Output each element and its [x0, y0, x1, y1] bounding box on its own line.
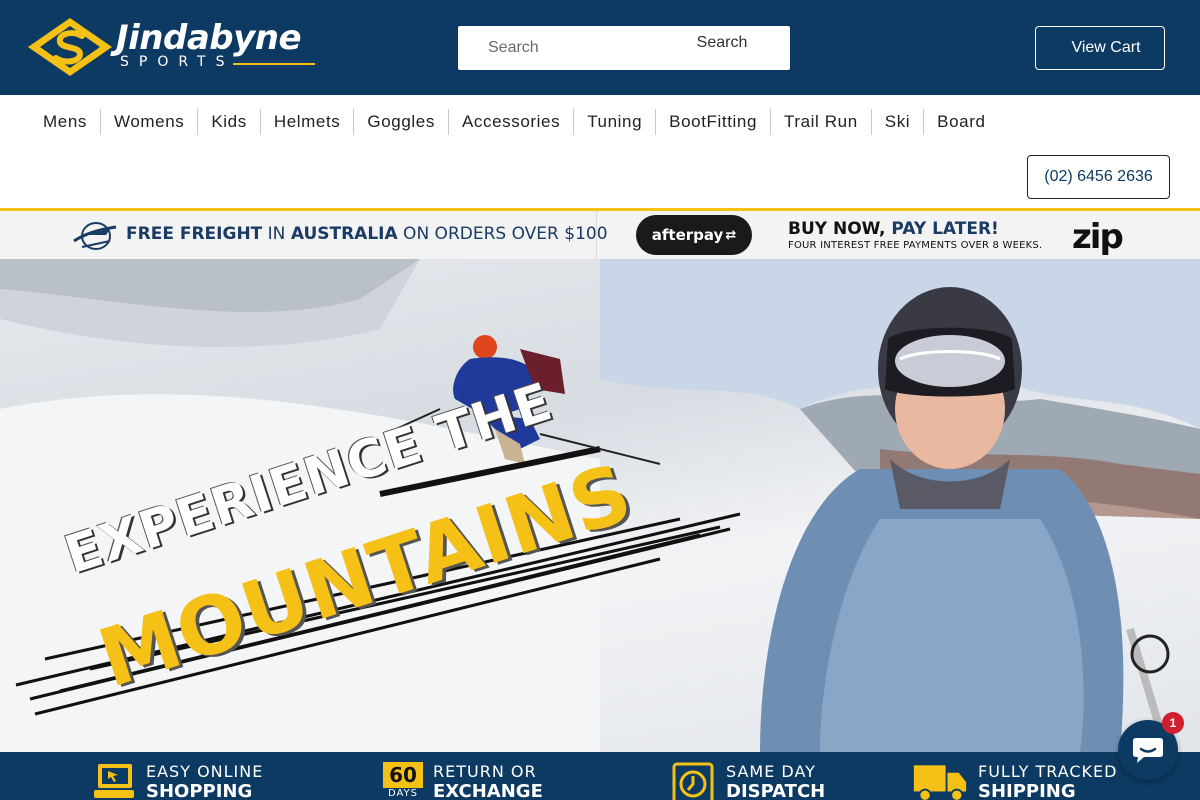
zip-logo: zip: [1072, 217, 1124, 257]
feature-text-4: FULLY TRACKED SHIPPING: [978, 762, 1117, 800]
laptop-icon: [94, 764, 134, 798]
nav-item-mens[interactable]: Mens: [30, 109, 100, 135]
nav-list: Mens Womens Kids Helmets Goggles Accesso…: [30, 109, 999, 135]
freight-part-3: AUSTRALIA: [290, 224, 398, 244]
nav-item-kids[interactable]: Kids: [197, 109, 259, 135]
bnpl-title: BUY NOW, PAY LATER!: [788, 219, 999, 239]
sixty-days-icon: 60 DAYS: [383, 762, 423, 800]
clock-icon: [672, 762, 714, 800]
feature-4-top: FULLY TRACKED: [978, 762, 1118, 781]
feature-return-exchange: 60 DAYS RETURN OR EXCHANGE: [383, 762, 543, 800]
afterpay-logo: afterpay ⇄: [636, 215, 752, 255]
feature-4-bottom: SHIPPING: [978, 781, 1076, 800]
logo-mark-icon: [28, 18, 112, 76]
feature-2-bottom: EXCHANGE: [433, 781, 543, 800]
feature-text-1: EASY ONLINE SHOPPING: [146, 762, 263, 800]
bnpl-part-1: BUY NOW,: [788, 219, 892, 239]
freight-part-2: IN: [262, 224, 291, 244]
phone-button[interactable]: (02) 6456 2636: [1027, 155, 1170, 199]
delivery-truck-icon: [913, 765, 967, 800]
view-cart-button[interactable]: View Cart: [1035, 26, 1165, 70]
feature-easy-shopping: EASY ONLINE SHOPPING: [92, 762, 263, 800]
bnpl-subtitle: FOUR INTEREST FREE PAYMENTS OVER 8 WEEKS…: [788, 240, 1043, 251]
nav-item-bootfitting[interactable]: BootFitting: [655, 109, 770, 135]
delivery-plane-icon: [73, 222, 117, 250]
logo-brand-sub: SPORTS: [120, 54, 235, 70]
chat-bubble-icon: [1133, 738, 1163, 763]
afterpay-label: afterpay: [651, 226, 724, 244]
freight-text: FREE FREIGHT IN AUSTRALIA ON ORDERS OVER…: [126, 224, 608, 244]
search-input[interactable]: [458, 26, 678, 70]
nav-item-womens[interactable]: Womens: [99, 109, 197, 135]
site-header: Jindabyne SPORTS Search View Cart: [0, 0, 1200, 95]
feature-tracked-shipping: FULLY TRACKED SHIPPING: [912, 762, 1117, 800]
sixty-days-badge: 60: [383, 762, 423, 788]
nav-item-board[interactable]: Board: [923, 109, 998, 135]
feature-3-top: SAME DAY: [726, 762, 816, 781]
freight-part-4: ON ORDERS OVER $100: [397, 224, 608, 244]
freight-part-1: FREE FREIGHT: [126, 224, 263, 244]
bnpl-part-2: PAY LATER!: [891, 219, 999, 239]
feature-same-day-dispatch: SAME DAY DISPATCH: [672, 762, 825, 800]
feature-text-3: SAME DAY DISPATCH: [726, 762, 825, 800]
hero-banner[interactable]: EXPERIENCE THE MOUNTAINS: [0, 259, 1200, 752]
sixty-days-label: DAYS: [387, 788, 419, 799]
nav-item-ski[interactable]: Ski: [870, 109, 923, 135]
feature-1-bottom: SHOPPING: [146, 781, 253, 800]
search-button[interactable]: Search: [672, 30, 772, 56]
nav-item-accessories[interactable]: Accessories: [447, 109, 573, 135]
site-logo[interactable]: Jindabyne SPORTS: [28, 18, 318, 78]
feature-3-bottom: DISPATCH: [726, 781, 826, 800]
nav-item-goggles[interactable]: Goggles: [353, 109, 448, 135]
chat-notification-badge: 1: [1162, 712, 1184, 734]
nav-item-trail-run[interactable]: Trail Run: [770, 109, 871, 135]
logo-brand-name: Jindabyne: [116, 18, 302, 58]
search-form: Search: [458, 26, 790, 70]
view-cart-label: View Cart: [1071, 39, 1141, 56]
free-freight-banner: FREE FREIGHT IN AUSTRALIA ON ORDERS OVER…: [0, 211, 608, 259]
feature-1-top: EASY ONLINE: [146, 762, 264, 781]
feature-text-2: RETURN OR EXCHANGE: [433, 762, 543, 800]
feature-bar: EASY ONLINE SHOPPING 60 DAYS RETURN OR E…: [0, 752, 1200, 800]
nav-item-helmets[interactable]: Helmets: [259, 109, 354, 135]
promo-banner[interactable]: FREE FREIGHT IN AUSTRALIA ON ORDERS OVER…: [0, 208, 1200, 259]
afterpay-arrows-icon: ⇄: [725, 227, 737, 243]
nav-item-tuning[interactable]: Tuning: [573, 109, 655, 135]
logo-underline: [233, 63, 315, 65]
phone-number: (02) 6456 2636: [1044, 168, 1153, 185]
feature-2-top: RETURN OR: [433, 762, 537, 781]
